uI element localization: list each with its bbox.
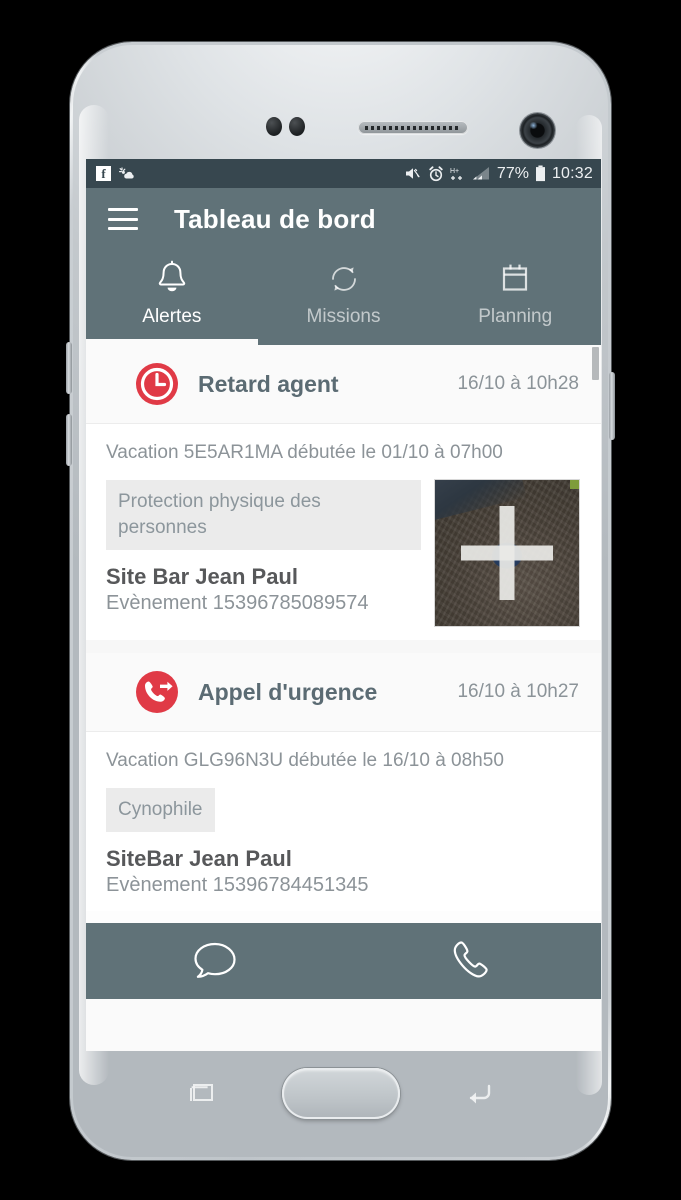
bell-icon xyxy=(154,258,190,300)
hplus-network-icon: H+ xyxy=(450,168,462,180)
site-name: SiteBar Jean Paul xyxy=(106,846,292,871)
volume-up-button[interactable] xyxy=(66,342,72,394)
power-button[interactable] xyxy=(609,372,615,440)
weather-icon xyxy=(119,167,134,179)
svg-text:H+: H+ xyxy=(450,168,459,175)
tab-label-missions: Missions xyxy=(306,306,381,327)
mission-type-chip: Cynophile xyxy=(106,788,215,832)
event-number: Evènement 15396785089574 xyxy=(106,592,369,614)
alert-title: Appel d'urgence xyxy=(198,678,378,705)
phone-body: f H+ 77% 10:32 Tableau de bord Alertes M… xyxy=(73,45,608,1157)
clock-alert-icon xyxy=(136,363,178,405)
phone-handset-icon xyxy=(453,941,488,978)
facebook-icon: f xyxy=(96,166,111,181)
cross-marker-icon-horizontal xyxy=(460,545,554,561)
list-separator xyxy=(86,640,601,653)
phone-screen: f H+ 77% 10:32 Tableau de bord Alertes M… xyxy=(86,159,601,1051)
status-bar-notifications: f xyxy=(96,166,136,181)
emergency-call-icon xyxy=(136,671,178,713)
tab-planning[interactable]: Planning xyxy=(429,250,601,345)
mute-vibrate-icon xyxy=(405,168,420,179)
hamburger-menu-icon[interactable] xyxy=(108,208,138,230)
page-title: Tableau de bord xyxy=(174,203,376,234)
mission-type-chip: Protection physique des personnes xyxy=(106,480,421,550)
vertical-scrollbar[interactable] xyxy=(592,347,599,380)
alert-body[interactable]: Vacation GLG96N3U débutée le 16/10 à 08h… xyxy=(86,732,601,911)
map-vegetation-patch xyxy=(570,480,579,489)
battery-percent-label: 77% xyxy=(496,164,529,182)
call-button[interactable] xyxy=(344,936,602,986)
light-sensor-icon xyxy=(289,117,305,136)
volume-down-button[interactable] xyxy=(66,414,72,466)
alarm-icon xyxy=(429,165,443,181)
site-name: Site Bar Jean Paul xyxy=(106,564,298,589)
tab-label-planning: Planning xyxy=(478,306,553,327)
status-bar-system-icons: H+ 77% 10:32 xyxy=(405,165,593,183)
alert-time: 16/10 à 10h27 xyxy=(457,681,579,702)
battery-icon xyxy=(535,165,545,182)
alert-time: 16/10 à 10h28 xyxy=(457,373,579,394)
proximity-sensor-icon xyxy=(266,117,282,136)
tab-alertes[interactable]: Alertes xyxy=(86,250,258,345)
alert-header[interactable]: Appel d'urgence 16/10 à 10h27 xyxy=(86,653,601,732)
alert-header[interactable]: Retard agent 16/10 à 10h28 xyxy=(86,345,601,424)
alert-title: Retard agent xyxy=(198,370,339,397)
alerts-list[interactable]: Retard agent 16/10 à 10h28 Vacation 5E5A… xyxy=(86,345,601,923)
vacation-line: Vacation GLG96N3U débutée le 16/10 à 08h… xyxy=(106,750,504,771)
clock-label: 10:32 xyxy=(551,164,593,182)
vacation-line: Vacation 5E5AR1MA débutée le 01/10 à 07h… xyxy=(106,442,503,463)
phone-device: f H+ 77% 10:32 Tableau de bord Alertes M… xyxy=(66,42,615,1160)
tab-bar: Alertes Missions Planning xyxy=(86,250,601,345)
map-thumbnail[interactable] xyxy=(435,480,579,626)
front-camera-icon xyxy=(520,113,555,148)
signal-icon xyxy=(472,167,489,180)
refresh-icon xyxy=(325,258,363,300)
event-number: Evènement 15396784451345 xyxy=(106,874,369,896)
chat-button[interactable] xyxy=(86,937,344,985)
alert-body[interactable]: Vacation 5E5AR1MA débutée le 01/10 à 07h… xyxy=(86,424,601,640)
bottom-action-bar xyxy=(86,923,601,999)
back-arrow-icon[interactable] xyxy=(462,1079,496,1109)
tab-label-alertes: Alertes xyxy=(142,306,202,327)
recents-icon[interactable] xyxy=(185,1079,219,1109)
tab-missions[interactable]: Missions xyxy=(258,250,430,345)
app-bar: Tableau de bord Alertes Missions Plannin… xyxy=(86,188,601,345)
app-bar-top: Tableau de bord xyxy=(86,188,601,250)
earpiece-speaker xyxy=(358,121,468,134)
camera-glint xyxy=(529,122,538,129)
home-button[interactable] xyxy=(281,1068,400,1119)
calendar-icon xyxy=(496,258,534,300)
chat-bubble-icon xyxy=(194,942,236,978)
status-bar: f H+ 77% 10:32 xyxy=(86,159,601,188)
